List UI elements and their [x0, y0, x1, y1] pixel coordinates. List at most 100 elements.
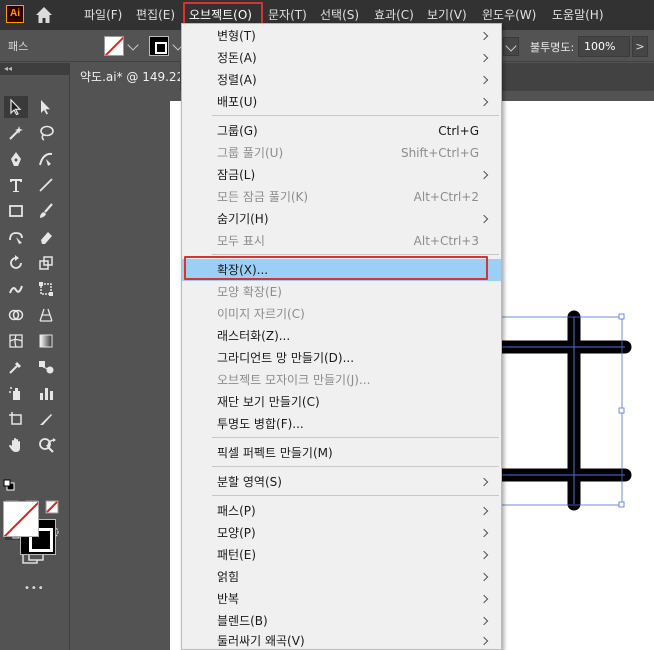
- menu-item-distribute[interactable]: 배포(U): [182, 91, 501, 113]
- perspective-grid-tool-icon[interactable]: [34, 304, 58, 326]
- menu-item-intertwine[interactable]: 얽힘: [182, 566, 501, 588]
- menu-item-label: 모두 표시: [217, 234, 265, 248]
- free-transform-tool-icon[interactable]: [34, 278, 58, 300]
- shape-builder-tool-icon[interactable]: [4, 304, 28, 326]
- submenu-arrow-icon: [479, 616, 489, 626]
- warp-tool-icon[interactable]: [4, 278, 28, 300]
- menu-item-label: 재단 보기 만들기(C): [217, 395, 320, 409]
- menu-item-path[interactable]: 패스(P): [182, 500, 501, 522]
- menu-item-label: 배포(U): [217, 95, 258, 109]
- menu-item-label: 래스터화(Z)...: [217, 329, 291, 343]
- menu-item-shortcut: Ctrl+G: [438, 124, 479, 138]
- slice-tool-icon[interactable]: [34, 408, 58, 430]
- shaper-tool-icon[interactable]: [4, 226, 28, 248]
- menu-item-envelope-distort[interactable]: 둘러싸기 왜곡(V): [182, 630, 501, 650]
- menu-separator: [212, 466, 499, 467]
- artboard-tool-icon[interactable]: [4, 408, 28, 430]
- blend-tool-icon[interactable]: [34, 356, 58, 378]
- opacity-label[interactable]: 불투명도:: [530, 39, 574, 55]
- menu-edit[interactable]: 편집(E): [136, 0, 175, 30]
- symbol-sprayer-tool-icon[interactable]: [4, 382, 28, 404]
- menu-separator: [212, 254, 499, 255]
- submenu-arrow-icon: [479, 97, 489, 107]
- menu-item-hide[interactable]: 숨기기(H): [182, 208, 501, 230]
- submenu-arrow-icon: [479, 528, 489, 538]
- chevron-down-icon: [505, 40, 517, 52]
- menu-separator: [212, 437, 499, 438]
- menu-item-transform[interactable]: 변형(T): [182, 25, 501, 47]
- stroke-none-swatch[interactable]: [104, 36, 124, 56]
- swap-fill-stroke-icon[interactable]: [44, 436, 60, 452]
- menu-item-label: 정돈(A): [217, 51, 257, 65]
- menu-item-unlock-all: 모든 잠금 풀기(K) Alt+Ctrl+2: [182, 186, 501, 208]
- scale-tool-icon[interactable]: [34, 252, 58, 274]
- opacity-flyout-button[interactable]: >: [632, 36, 648, 57]
- none-mode-icon[interactable]: [44, 499, 60, 515]
- default-fill-stroke-icon[interactable]: [2, 478, 16, 492]
- pen-tool-icon[interactable]: [4, 148, 28, 170]
- chevron-down-icon[interactable]: [127, 39, 139, 51]
- menu-item-shape[interactable]: 모양(P): [182, 522, 501, 544]
- menu-item-label: 그룹 풀기(U): [217, 146, 284, 160]
- menu-help[interactable]: 도움말(H): [552, 0, 604, 30]
- toolbar-collapse-icon[interactable]: ◂◂: [0, 63, 70, 75]
- submenu-arrow-icon: [479, 214, 489, 224]
- gradient-tool-icon[interactable]: [34, 330, 58, 352]
- menu-item-label: 숨기기(H): [217, 212, 269, 226]
- menu-item-make-pixel-perfect[interactable]: 픽셀 퍼펙트 만들기(M): [182, 442, 501, 464]
- more-tools-icon[interactable]: •••: [24, 583, 45, 594]
- menu-file[interactable]: 파일(F): [84, 0, 122, 30]
- document-tab[interactable]: 약도.ai* @ 149.22%: [70, 63, 180, 91]
- menu-item-repeat[interactable]: 반복: [182, 588, 501, 610]
- menu-item-rasterize[interactable]: 래스터화(Z)...: [182, 325, 501, 347]
- selection-tool-icon[interactable]: [4, 96, 28, 118]
- menu-item-flatten-transparency[interactable]: 투명도 병합(F)...: [182, 413, 501, 435]
- menu-item-blend[interactable]: 블렌드(B): [182, 610, 501, 632]
- menu-item-arrange[interactable]: 정돈(A): [182, 47, 501, 69]
- magic-wand-tool-icon[interactable]: [4, 122, 28, 144]
- fill-color-swatch[interactable]: [149, 36, 169, 56]
- selection-type-label: 패스: [8, 40, 29, 53]
- curvature-tool-icon[interactable]: [34, 148, 58, 170]
- menu-item-slice[interactable]: 분할 영역(S): [182, 471, 501, 493]
- line-segment-tool-icon[interactable]: [34, 174, 58, 196]
- menu-item-align[interactable]: 정렬(A): [182, 69, 501, 91]
- opacity-input[interactable]: 100%: [578, 36, 630, 57]
- hand-tool-icon[interactable]: [4, 434, 28, 456]
- home-icon[interactable]: [34, 5, 54, 25]
- lasso-tool-icon[interactable]: [34, 122, 58, 144]
- expand-item-highlight-box: [184, 256, 488, 280]
- menu-item-lock[interactable]: 잠금(L): [182, 164, 501, 186]
- menu-item-label: 둘러싸기 왜곡(V): [217, 634, 305, 648]
- submenu-arrow-icon: [479, 572, 489, 582]
- menu-item-label: 변형(T): [217, 29, 256, 43]
- column-graph-tool-icon[interactable]: [34, 382, 58, 404]
- mesh-tool-icon[interactable]: [4, 330, 28, 352]
- fill-none-swatch[interactable]: [3, 501, 39, 537]
- paintbrush-tool-icon[interactable]: [34, 200, 58, 222]
- menu-item-label: 블렌드(B): [217, 614, 268, 628]
- submenu-arrow-icon: [479, 53, 489, 63]
- submenu-arrow-icon: [479, 170, 489, 180]
- menu-item-label: 픽셀 퍼펙트 만들기(M): [217, 446, 333, 460]
- menu-item-show-all: 모두 표시 Alt+Ctrl+3: [182, 230, 501, 252]
- illustrator-logo-icon: Ai: [6, 5, 24, 23]
- menu-item-crop-image: 이미지 자르기(C): [182, 303, 501, 325]
- menu-item-shortcut: Alt+Ctrl+2: [413, 190, 479, 204]
- eyedropper-tool-icon[interactable]: [4, 356, 28, 378]
- type-tool-icon[interactable]: [4, 174, 28, 196]
- menu-item-pattern[interactable]: 패턴(E): [182, 544, 501, 566]
- rotate-tool-icon[interactable]: [4, 252, 28, 274]
- menu-item-group[interactable]: 그룹(G) Ctrl+G: [182, 120, 501, 142]
- menu-item-label: 모양 확장(E): [217, 285, 282, 299]
- menu-item-create-trim-marks[interactable]: 재단 보기 만들기(C): [182, 391, 501, 413]
- direct-selection-tool-icon[interactable]: [34, 96, 58, 118]
- submenu-arrow-icon: [479, 506, 489, 516]
- menu-separator: [212, 495, 499, 496]
- rectangle-tool-icon[interactable]: [4, 200, 28, 222]
- menu-item-label: 패스(P): [217, 504, 256, 518]
- submenu-arrow-icon: [479, 31, 489, 41]
- style-dropdown[interactable]: [503, 37, 519, 56]
- menu-item-create-gradient-mesh[interactable]: 그라디언트 망 만들기(D)...: [182, 347, 501, 369]
- eraser-tool-icon[interactable]: [34, 226, 58, 248]
